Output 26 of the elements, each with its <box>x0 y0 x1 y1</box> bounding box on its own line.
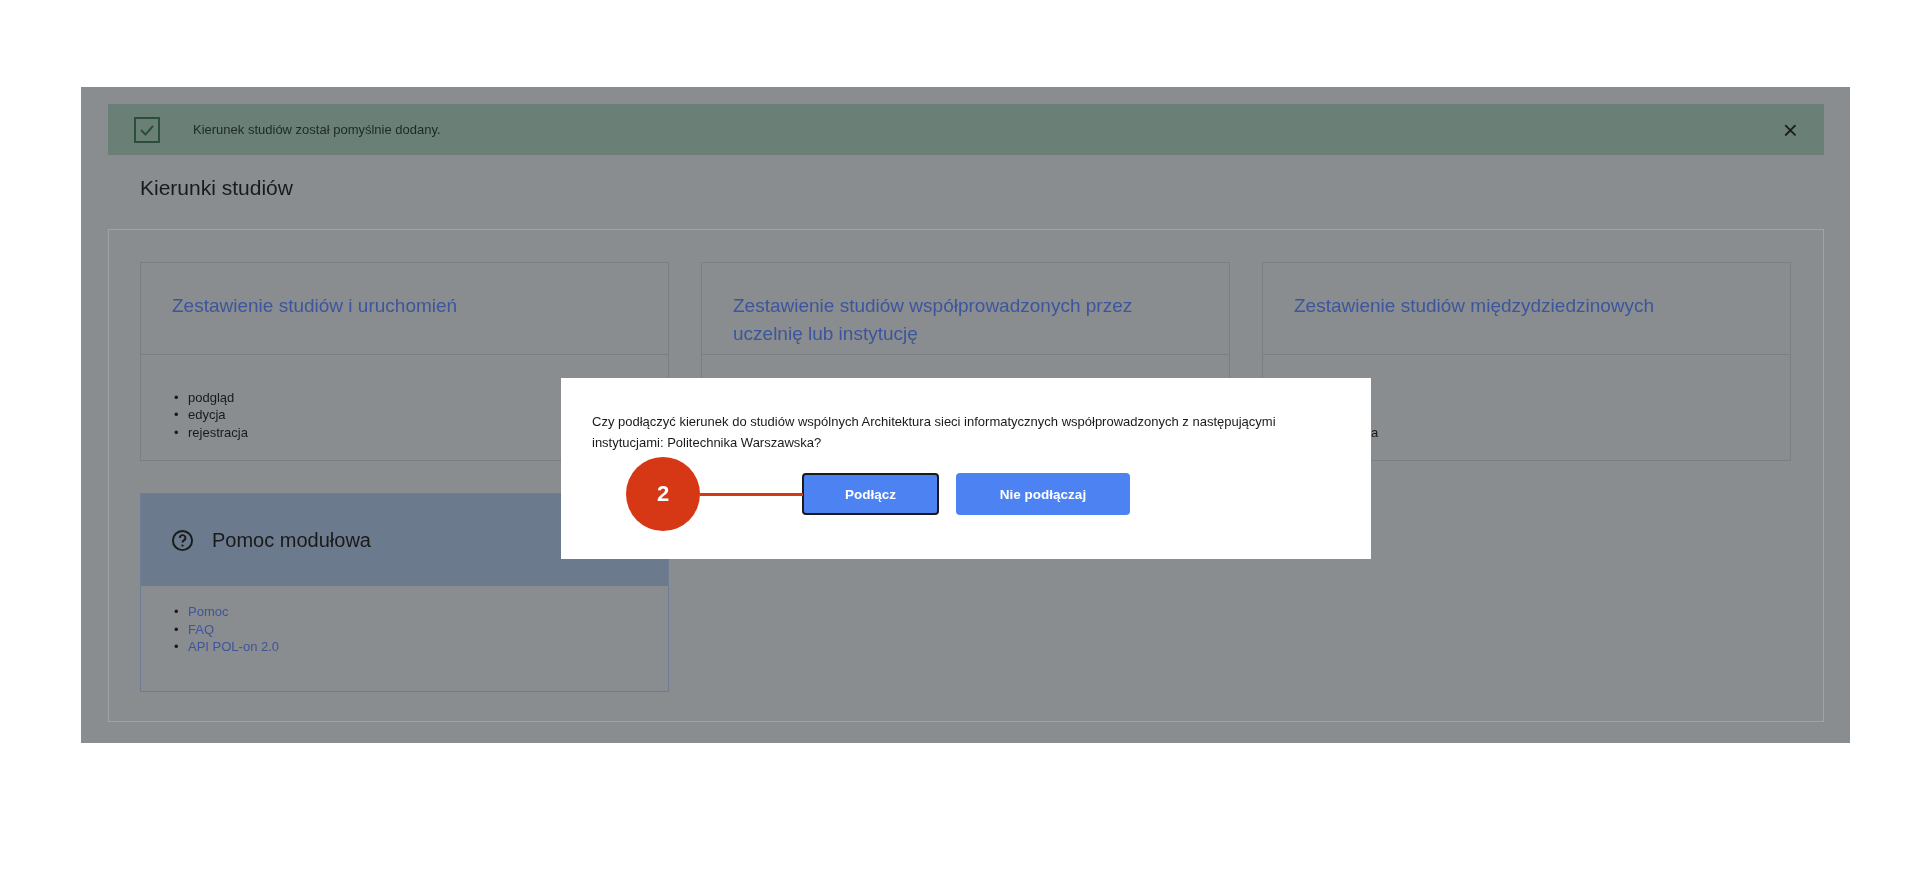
page-title: Kierunki studiów <box>140 176 294 201</box>
help-link[interactable]: API POL-on 2.0 <box>188 638 280 656</box>
bullet: • <box>174 603 179 621</box>
close-button[interactable]: × <box>1780 116 1800 143</box>
list-item[interactable]: podgląd <box>188 388 235 406</box>
help-link[interactable]: FAQ <box>188 620 214 638</box>
dialog-button[interactable]: Podłącz <box>802 473 939 515</box>
bullet: • <box>174 620 179 638</box>
help-icon <box>171 528 194 552</box>
bullet: • <box>174 638 179 656</box>
list-item[interactable]: edycja <box>188 406 226 424</box>
card-title[interactable]: Zestawienie studiów i uruchomień <box>172 292 608 320</box>
card-title[interactable]: Zestawienie studiów międzydziedzinowych <box>1294 292 1730 320</box>
list-item[interactable]: a <box>1371 423 1379 441</box>
help-title: Pomoc modułowa <box>212 528 371 552</box>
checkbox-icon <box>134 116 160 143</box>
bullet: • <box>174 423 179 441</box>
dialog-button[interactable]: Nie podłączaj <box>956 473 1130 515</box>
bullet: • <box>174 406 179 424</box>
card-title[interactable]: Zestawienie studiów współprowadzonych przez uczelnię lub instytucję <box>733 292 1169 348</box>
bullet: • <box>174 388 179 406</box>
step-marker: 2 <box>626 457 700 531</box>
list-item[interactable]: rejestracja <box>188 423 248 441</box>
help-link[interactable]: Pomoc <box>188 603 229 621</box>
success-message: Kierunek studiów został pomyślnie dodany. <box>193 122 442 137</box>
dialog-message: Czy podłączyć kierunek do studiów wspólnych Architektura sieci informatycznych współprowadzonych z następującymi instytucjami: Politechnika Warszawska? <box>592 413 1277 452</box>
